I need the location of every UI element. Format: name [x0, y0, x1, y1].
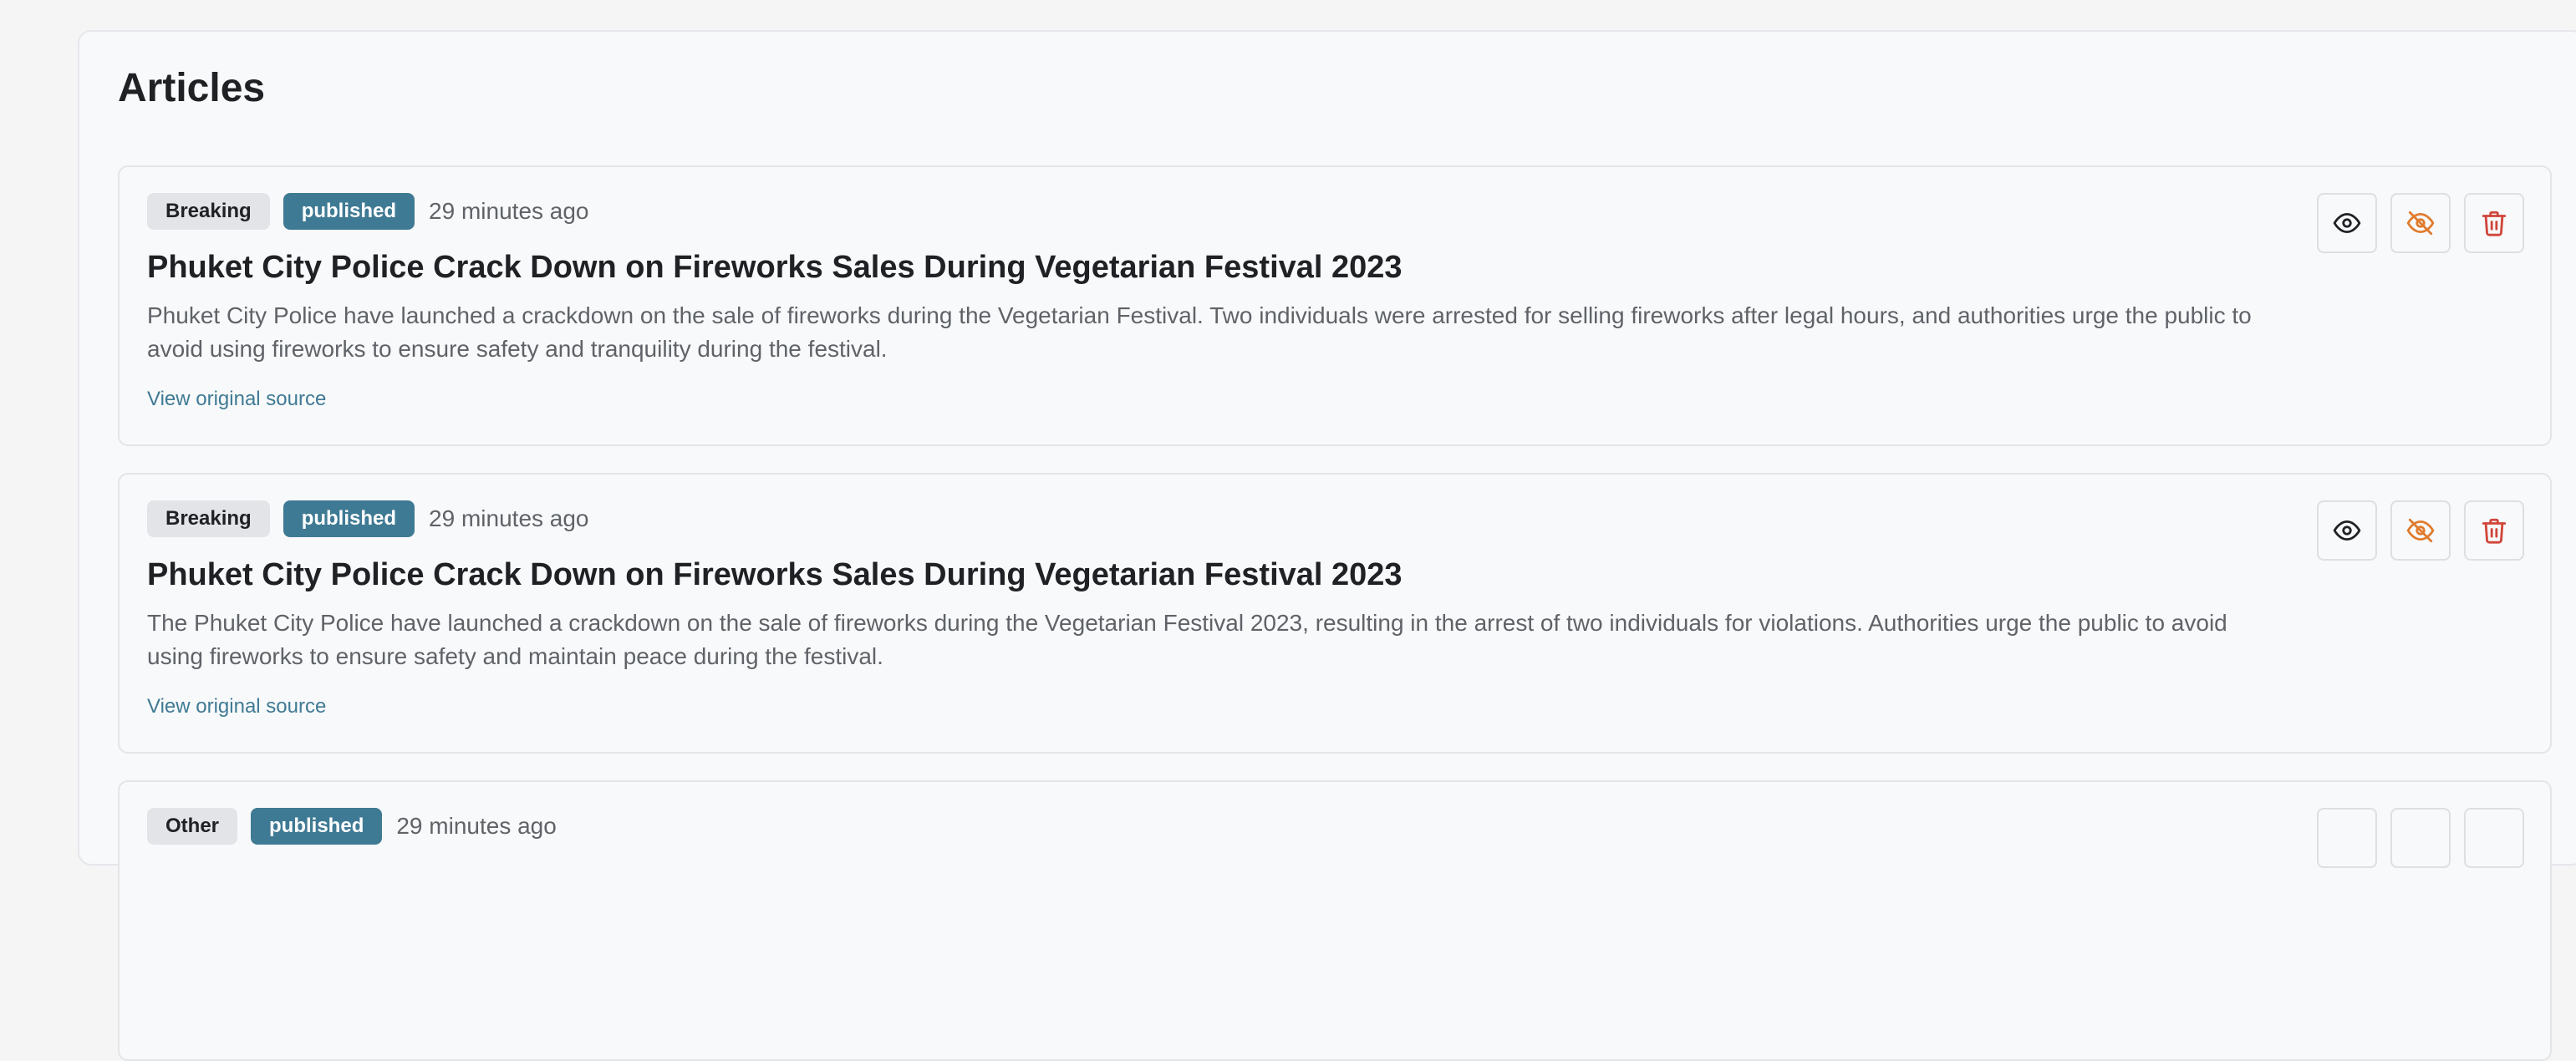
- timestamp: 29 minutes ago: [429, 505, 589, 531]
- view-button[interactable]: [2317, 808, 2377, 868]
- article-actions: [2317, 193, 2524, 253]
- trash-icon: [2482, 518, 2507, 544]
- hide-button[interactable]: [2390, 500, 2451, 561]
- article-meta: Breaking published 29 minutes ago: [147, 193, 589, 230]
- category-badge: Breaking: [147, 193, 270, 230]
- trash-icon: [2482, 211, 2507, 236]
- timestamp: 29 minutes ago: [396, 813, 557, 839]
- eye-off-icon: [2406, 518, 2435, 543]
- article-summary: The Phuket City Police have launched a c…: [147, 610, 2227, 669]
- page-title: Articles: [118, 66, 266, 110]
- view-source-link[interactable]: View original source: [147, 695, 326, 718]
- article-meta: Other published 29 minutes ago: [147, 808, 557, 845]
- timestamp: 29 minutes ago: [429, 198, 589, 224]
- status-badge: published: [283, 500, 415, 537]
- delete-button[interactable]: [2464, 193, 2524, 253]
- eye-icon: [2333, 520, 2361, 541]
- delete-button[interactable]: [2464, 808, 2524, 868]
- hide-button[interactable]: [2390, 193, 2451, 253]
- view-source-link[interactable]: View original source: [147, 388, 326, 411]
- article-summary: Phuket City Police have launched a crack…: [147, 302, 2252, 362]
- article-meta: Breaking published 29 minutes ago: [147, 500, 589, 537]
- status-badge: published: [283, 193, 415, 230]
- article-title: Phuket City Police Crack Down on Firewor…: [147, 250, 1403, 285]
- article-actions: [2317, 500, 2524, 561]
- article-card: Other published 29 minutes ago: [118, 780, 2552, 1061]
- delete-button[interactable]: [2464, 500, 2524, 561]
- view-button[interactable]: [2317, 193, 2377, 253]
- eye-icon: [2333, 212, 2361, 234]
- category-badge: Other: [147, 808, 238, 845]
- category-badge: Breaking: [147, 500, 270, 537]
- article-card: Breaking published 29 minutes ago Phuket…: [118, 473, 2552, 754]
- article-title: Phuket City Police Crack Down on Firewor…: [147, 557, 1403, 592]
- status-badge: published: [251, 808, 383, 845]
- hide-button[interactable]: [2390, 808, 2451, 868]
- eye-off-icon: [2406, 211, 2435, 236]
- article-card: Breaking published 29 minutes ago Phuket…: [118, 165, 2552, 446]
- article-actions: [2317, 808, 2524, 868]
- view-button[interactable]: [2317, 500, 2377, 561]
